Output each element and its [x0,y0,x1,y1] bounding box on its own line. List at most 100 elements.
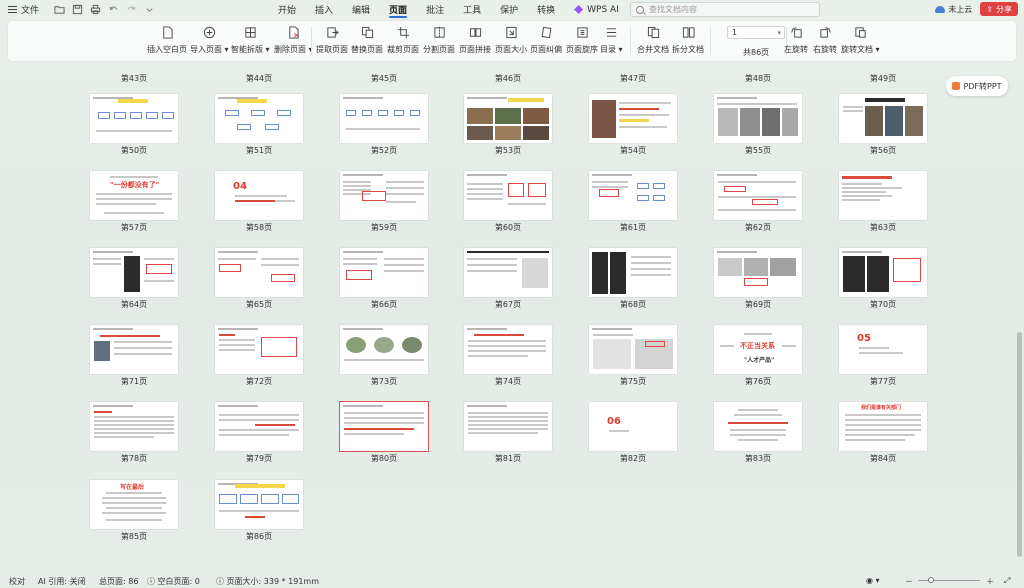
page-thumbnail[interactable]: 06 第82页 [589,402,677,464]
merge-doc-button[interactable]: 合并文档 [637,25,669,55]
replace-page-button[interactable]: 替换页面 [351,25,383,55]
page-preview: 06 [589,402,677,451]
page-thumbnail[interactable]: 第65页 [215,248,303,310]
scrollbar-thumb[interactable] [1017,332,1022,557]
page-thumbnail[interactable]: 第63页 [839,171,927,233]
page-label[interactable]: 第46页 [464,73,552,84]
page-thumbnail[interactable]: 第78页 [90,402,178,464]
page-thumbnail[interactable]: 第74页 [464,325,552,387]
search-input[interactable]: 查找文档内容 [630,2,820,17]
page-label[interactable]: 第48页 [714,73,802,84]
page-thumbnail[interactable]: 第69页 [714,248,802,310]
page-thumbnail[interactable]: 第60页 [464,171,552,233]
page-thumbnail[interactable]: 第81页 [464,402,552,464]
page-thumbnail[interactable]: 第55页 [714,94,802,156]
page-thumbnail[interactable]: "一份都没有了" 第57页 [90,171,178,233]
share-button[interactable]: ⇪ 分享 [980,2,1018,16]
tab-edit[interactable]: 编辑 [352,0,370,19]
page-thumbnail[interactable]: 第50页 [90,94,178,156]
page-thumbnail[interactable]: 第52页 [340,94,428,156]
page-label: 第55页 [744,146,772,155]
page-thumbnail[interactable]: 第86页 [215,480,303,542]
file-menu[interactable]: 文件 [0,0,39,19]
page-label[interactable]: 第44页 [215,73,303,84]
undo-icon[interactable] [107,4,119,16]
page-thumbnail[interactable]: 第70页 [839,248,927,310]
page-thumbnail[interactable]: 第72页 [215,325,303,387]
split-page-button[interactable]: 分割页面 [423,25,455,55]
redo-icon[interactable] [125,4,137,16]
proofread-status[interactable]: 校对 [9,576,25,587]
deskew-button[interactable]: 页面纠偏 [530,25,562,55]
insert-blank-page-button[interactable]: 插入空白页 [147,25,187,55]
tab-convert[interactable]: 转换 [537,0,555,19]
page-thumbnail[interactable]: 第80页 [339,401,429,464]
page-label[interactable]: 第47页 [589,73,677,84]
save-icon[interactable] [71,4,83,16]
tab-page[interactable]: 页面 [389,0,408,19]
page-thumbnail[interactable]: 第66页 [340,248,428,310]
page-label: 第70页 [869,300,897,309]
zoom-out-icon[interactable]: － [905,576,913,587]
page-thumbnail[interactable]: 我们是谁有关部门 第84页 [839,402,927,464]
split-doc-button[interactable]: 拆分文档 [672,25,704,55]
page-label[interactable]: 第49页 [839,73,927,84]
page-thumbnail[interactable]: 第79页 [215,402,303,464]
zoom-in-icon[interactable]: ＋ [986,576,994,587]
eye-icon[interactable]: ◉ ▾ [866,576,880,585]
page-size-button[interactable]: 页面大小 [495,25,527,55]
page-label: 第78页 [120,454,148,463]
vertical-scrollbar[interactable] [1016,62,1023,572]
extract-page-button[interactable]: 提取页面 [316,25,348,55]
zoom-slider-handle[interactable] [928,577,934,583]
page-thumbnail[interactable]: 04 第58页 [215,171,303,233]
page-preview [464,325,552,374]
page-thumbnail[interactable]: 第71页 [90,325,178,387]
ai-quote-status[interactable]: AI 引用: 关闭 [38,576,86,587]
page-thumbnail[interactable]: 第54页 [589,94,677,156]
chevron-down-icon[interactable] [143,4,155,16]
page-thumbnail[interactable]: 第83页 [714,402,802,464]
page-thumbnail[interactable]: 第73页 [340,325,428,387]
page-thumbnail[interactable]: 第59页 [340,171,428,233]
page-label[interactable]: 第45页 [340,73,428,84]
toc-button[interactable]: 目录 ▾ [600,25,623,55]
page-thumbnail[interactable]: 第67页 [464,248,552,310]
page-thumbnail[interactable]: 第61页 [589,171,677,233]
page-thumbnail[interactable]: 第68页 [589,248,677,310]
tab-insert[interactable]: 插入 [315,0,333,19]
fit-page-icon[interactable]: ⤢ [1004,576,1010,586]
rotate-doc-button[interactable]: 旋转文档 ▾ [841,25,880,55]
print-icon[interactable] [89,4,101,16]
tab-comment[interactable]: 批注 [426,0,444,19]
page-label[interactable]: 第43页 [90,73,178,84]
page-order-button[interactable]: 页面旋序 [566,25,598,55]
tab-wps-ai[interactable]: WPS AI [574,0,619,19]
page-thumbnail[interactable]: 第53页 [464,94,552,156]
tab-protect[interactable]: 保护 [500,0,518,19]
tab-home[interactable]: 开始 [278,0,296,19]
page-thumbnail[interactable]: 第64页 [90,248,178,310]
page-thumbnail[interactable]: 写在最后 第85页 [90,480,178,542]
page-label: 第84页 [869,454,897,463]
import-page-button[interactable]: 导入页面 ▾ [190,25,229,55]
rotate-left-button[interactable]: 左旋转 [784,25,808,55]
insert-blank-page-label: 插入空白页 [147,45,187,54]
crop-page-button[interactable]: 裁剪页面 [387,25,419,55]
smart-split-button[interactable]: 智能拆版 ▾ [231,25,270,55]
page-thumbnail[interactable]: 不正当关系 "人才产品" 第76页 [714,325,802,387]
page-thumbnail[interactable]: 05 第77页 [839,325,927,387]
tab-tools[interactable]: 工具 [463,0,481,19]
pdf-to-ppt-button[interactable]: PDF转PPT [946,76,1008,96]
page-thumbnail[interactable]: 第51页 [215,94,303,156]
merge-page-button[interactable]: 页面拼接 [459,25,491,55]
delete-page-button[interactable]: 删除页面 ▾ [274,25,313,55]
page-thumbnail[interactable]: 第75页 [589,325,677,387]
page-thumbnail[interactable]: 第56页 [839,94,927,156]
page-thumbnail[interactable]: 第62页 [714,171,802,233]
open-folder-icon[interactable] [53,4,65,16]
cloud-status[interactable]: 未上云 [935,4,972,15]
rotate-right-button[interactable]: 右旋转 [813,25,837,55]
merge-doc-label: 合并文档 [637,45,669,54]
page-number-input[interactable]: 1 ▾ [727,26,785,39]
